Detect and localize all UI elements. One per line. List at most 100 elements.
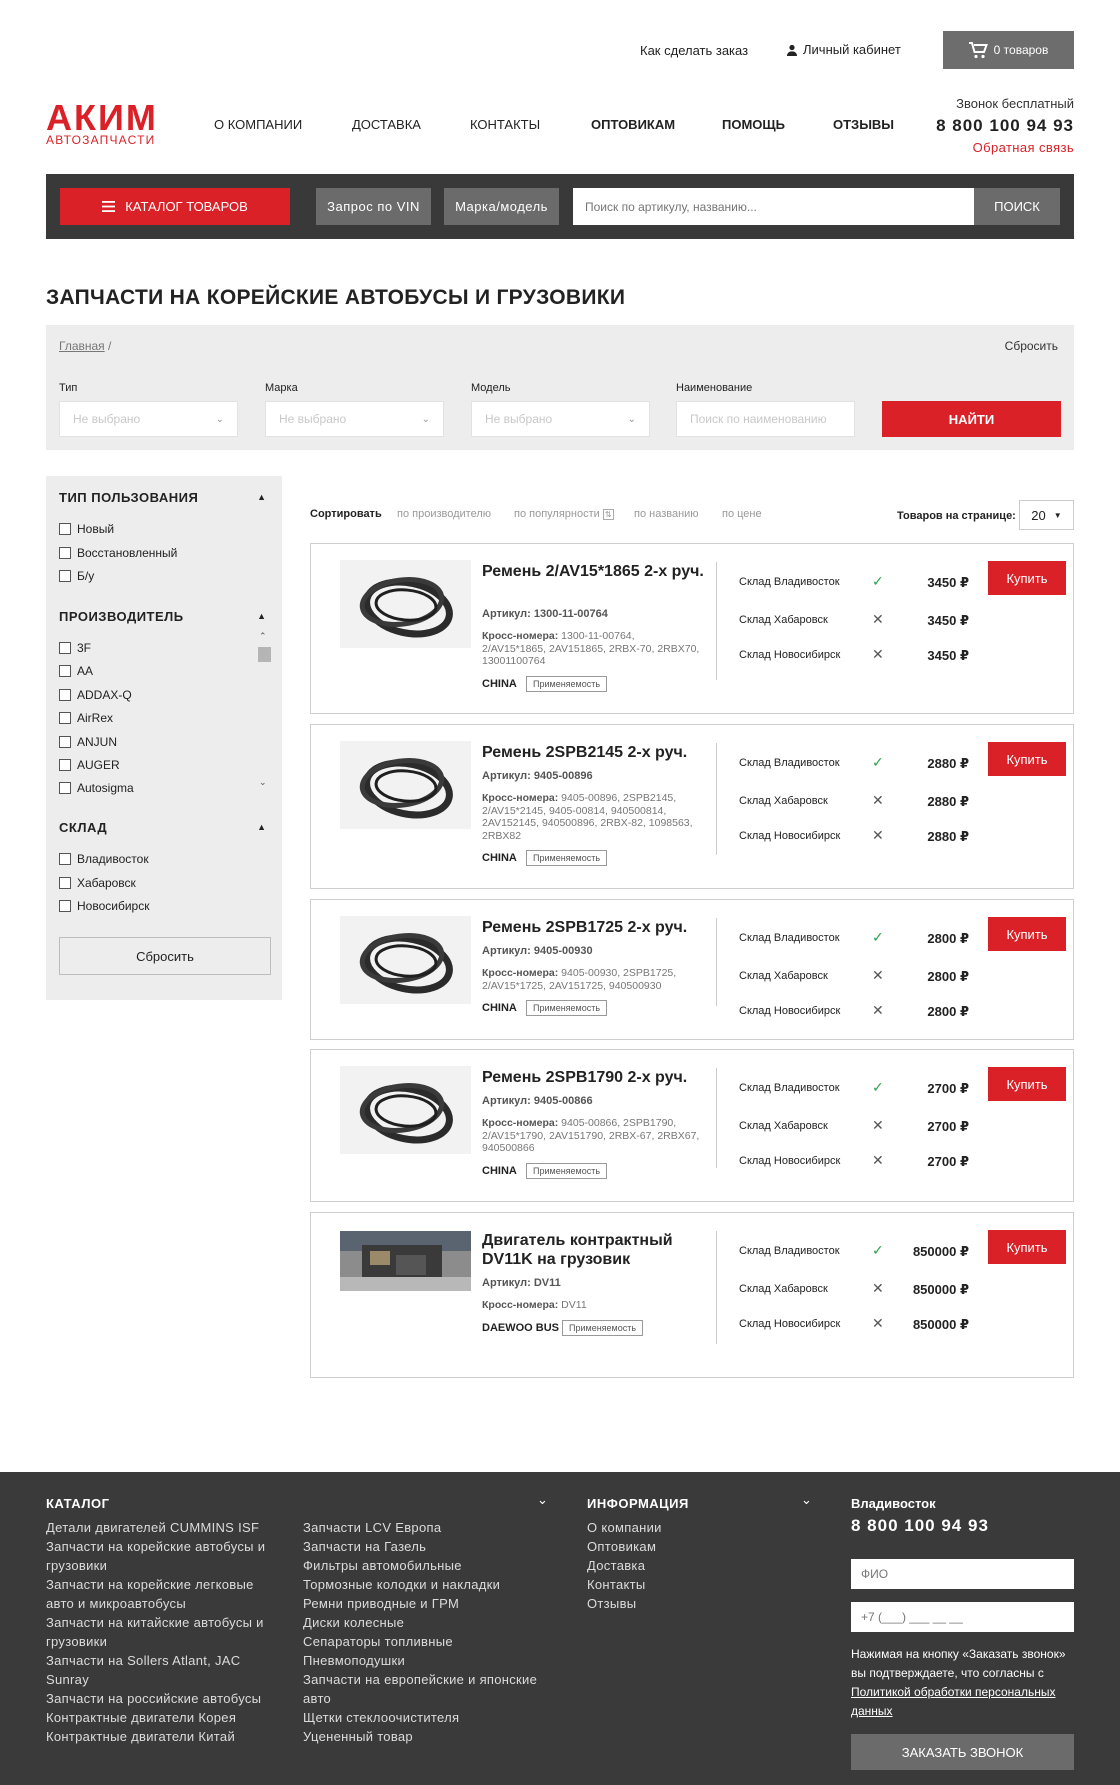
- maker-scrollbar[interactable]: ⌃ ⌄: [256, 631, 272, 791]
- use-type-new[interactable]: Новый: [59, 522, 114, 536]
- nav-wholesale[interactable]: ОПТОВИКАМ: [591, 117, 675, 132]
- product-image[interactable]: [340, 1066, 471, 1154]
- footer-catalog-link[interactable]: Диски колесные: [303, 1613, 547, 1632]
- sort-by-price[interactable]: по цене: [722, 508, 762, 520]
- callback-phone-input[interactable]: [851, 1602, 1074, 1632]
- product-name[interactable]: Ремень 2SPB2145 2-х руч.: [482, 743, 705, 762]
- footer-catalog-link[interactable]: Запчасти на китайские автобусы и грузови…: [46, 1613, 282, 1651]
- warehouse-novosibirsk[interactable]: Новосибирск: [59, 899, 149, 913]
- footer-info-link[interactable]: О компании: [587, 1518, 787, 1537]
- applicability-button[interactable]: Применяемость: [526, 675, 608, 692]
- checkbox[interactable]: [59, 570, 71, 582]
- footer-catalog-title[interactable]: КАТАЛОГ: [46, 1496, 109, 1511]
- checkbox[interactable]: [59, 712, 71, 724]
- checkbox[interactable]: [59, 689, 71, 701]
- product-name[interactable]: Ремень 2/AV15*1865 2-х руч.: [482, 562, 705, 581]
- warehouse-vladivostok[interactable]: Владивосток: [59, 852, 149, 866]
- maker-airrex[interactable]: AirRex: [59, 711, 113, 725]
- sort-by-maker[interactable]: по производителю: [397, 508, 491, 520]
- footer-catalog-link[interactable]: Запчасти на Sollers Atlant, JAC Sunray: [46, 1651, 282, 1689]
- footer-info-link[interactable]: Оптовикам: [587, 1537, 787, 1556]
- buy-button[interactable]: Купить: [988, 1067, 1066, 1101]
- nav-help[interactable]: ПОМОЩЬ: [722, 117, 785, 132]
- product-name[interactable]: Ремень 2SPB1725 2-х руч.: [482, 918, 705, 937]
- checkbox[interactable]: [59, 736, 71, 748]
- vin-request-button[interactable]: Запрос по VIN: [316, 188, 431, 225]
- name-search-input[interactable]: Поиск по наименованию: [676, 401, 855, 437]
- footer-catalog-link[interactable]: Детали двигателей CUMMINS ISF: [46, 1518, 282, 1537]
- product-name[interactable]: Ремень 2SPB1790 2-х руч.: [482, 1068, 705, 1087]
- footer-catalog-link[interactable]: Контрактные двигатели Корея: [46, 1708, 282, 1727]
- footer-catalog-link[interactable]: Щетки стеклоочистителя: [303, 1708, 547, 1727]
- maker-aa[interactable]: AA: [59, 664, 93, 678]
- breadcrumb-home[interactable]: Главная: [59, 339, 105, 353]
- applicability-button[interactable]: Применяемость: [526, 1000, 608, 1016]
- make-model-button[interactable]: Марка/модель: [444, 188, 559, 225]
- checkbox[interactable]: [59, 642, 71, 654]
- footer-catalog-link[interactable]: Тормозные колодки и накладки: [303, 1575, 547, 1594]
- maker-addax-q[interactable]: ADDAX-Q: [59, 688, 132, 702]
- filter-reset-link[interactable]: Сбросить: [1005, 339, 1058, 353]
- chevron-down-icon[interactable]: ⌄: [537, 1492, 548, 1508]
- model-select[interactable]: Не выбрано ⌄: [471, 401, 650, 437]
- scrollbar-thumb[interactable]: [258, 647, 271, 662]
- checkbox[interactable]: [59, 665, 71, 677]
- footer-info-link[interactable]: Контакты: [587, 1575, 787, 1594]
- footer-catalog-link[interactable]: Сепараторы топливные: [303, 1632, 547, 1651]
- applicability-button[interactable]: Применяемость: [562, 1319, 644, 1336]
- use-type-title[interactable]: ТИП ПОЛЬЗОВАНИЯ: [59, 490, 198, 505]
- maker-anjun[interactable]: ANJUN: [59, 735, 117, 749]
- use-type-restored[interactable]: Восстановленный: [59, 546, 177, 560]
- footer-catalog-link[interactable]: Ремни приводные и ГРМ: [303, 1594, 547, 1613]
- collapse-up-icon[interactable]: ▲: [257, 492, 266, 502]
- maker-title[interactable]: ПРОИЗВОДИТЕЛЬ: [59, 609, 184, 624]
- make-select[interactable]: Не выбрано ⌄: [265, 401, 444, 437]
- collapse-up-icon[interactable]: ▲: [257, 822, 266, 832]
- header-phone[interactable]: 8 800 100 94 93: [936, 116, 1074, 136]
- footer-phone[interactable]: 8 800 100 94 93: [851, 1516, 989, 1536]
- privacy-policy-link[interactable]: Политикой обработки персональных данных: [851, 1685, 1055, 1718]
- sort-by-name[interactable]: по названию: [634, 508, 699, 520]
- checkbox[interactable]: [59, 759, 71, 771]
- nav-reviews[interactable]: ОТЗЫВЫ: [833, 117, 894, 132]
- site-logo[interactable]: АКИМ АВТОЗАПЧАСТИ: [46, 100, 164, 147]
- buy-button[interactable]: Купить: [988, 917, 1066, 951]
- footer-catalog-link[interactable]: Уцененный товар: [303, 1727, 547, 1746]
- applicability-button[interactable]: Применяемость: [526, 1162, 608, 1179]
- feedback-link[interactable]: Обратная связь: [936, 140, 1074, 155]
- how-to-order-link[interactable]: Как сделать заказ: [640, 43, 748, 58]
- checkbox[interactable]: [59, 547, 71, 559]
- order-call-button[interactable]: ЗАКАЗАТЬ ЗВОНОК: [851, 1734, 1074, 1770]
- footer-catalog-link[interactable]: Запчасти на корейские легковые авто и ми…: [46, 1575, 282, 1613]
- buy-button[interactable]: Купить: [988, 1230, 1066, 1264]
- nav-about[interactable]: О КОМПАНИИ: [214, 117, 302, 132]
- find-button[interactable]: НАЙТИ: [882, 401, 1061, 437]
- warehouse-title[interactable]: СКЛАД: [59, 820, 107, 835]
- per-page-select[interactable]: 20 ▼: [1019, 500, 1074, 530]
- collapse-up-icon[interactable]: ▲: [257, 611, 266, 621]
- catalog-button[interactable]: КАТАЛОГ ТОВАРОВ: [60, 188, 290, 225]
- use-type-used[interactable]: Б/у: [59, 569, 94, 583]
- checkbox[interactable]: [59, 782, 71, 794]
- product-image[interactable]: [340, 741, 471, 829]
- buy-button[interactable]: Купить: [988, 742, 1066, 776]
- chevron-down-icon[interactable]: ⌄: [801, 1492, 812, 1508]
- sidebar-reset-button[interactable]: Сбросить: [59, 937, 271, 975]
- footer-info-link[interactable]: Доставка: [587, 1556, 787, 1575]
- callback-name-input[interactable]: [851, 1559, 1074, 1589]
- product-image[interactable]: [340, 560, 471, 648]
- footer-catalog-link[interactable]: Пневмоподушки: [303, 1651, 547, 1670]
- scroll-down-icon[interactable]: ⌄: [259, 777, 267, 788]
- footer-catalog-link[interactable]: Запчасти на корейские автобусы и грузови…: [46, 1537, 282, 1575]
- checkbox[interactable]: [59, 900, 71, 912]
- footer-catalog-link[interactable]: Запчасти на российские автобусы: [46, 1689, 282, 1708]
- product-name[interactable]: Двигатель контрактный DV11K на грузовик: [482, 1231, 705, 1269]
- warehouse-khabarovsk[interactable]: Хабаровск: [59, 876, 136, 890]
- footer-catalog-link[interactable]: Контрактные двигатели Китай: [46, 1727, 282, 1746]
- footer-info-link[interactable]: Отзывы: [587, 1594, 787, 1613]
- nav-contacts[interactable]: КОНТАКТЫ: [470, 117, 540, 132]
- nav-delivery[interactable]: ДОСТАВКА: [352, 117, 421, 132]
- cart-button[interactable]: 0 товаров: [943, 31, 1074, 69]
- product-image[interactable]: [340, 1231, 471, 1291]
- checkbox[interactable]: [59, 853, 71, 865]
